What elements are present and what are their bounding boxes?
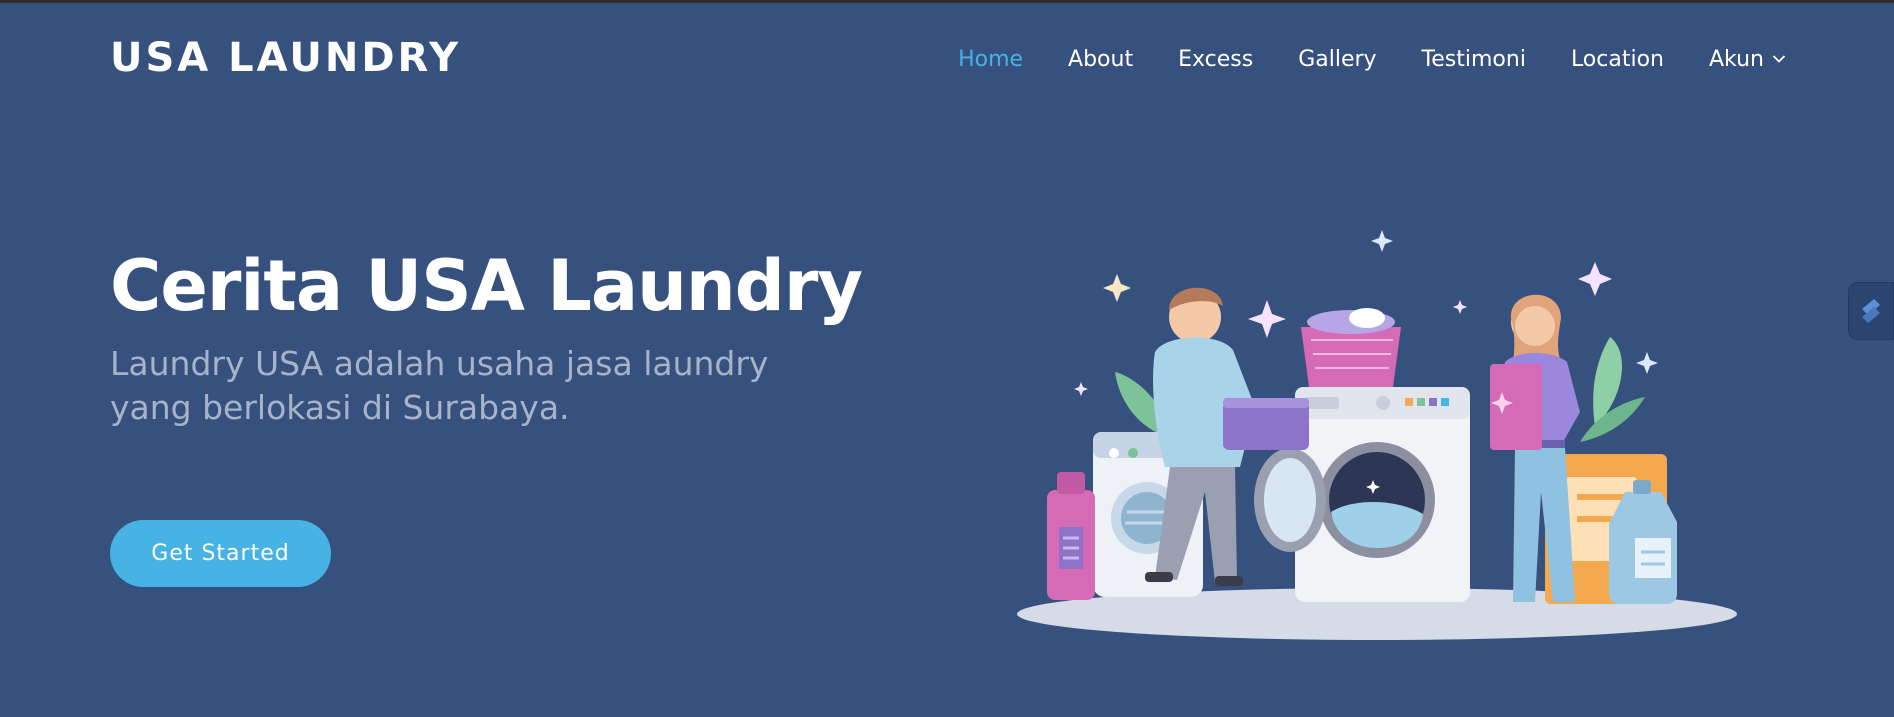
side-widget-tab[interactable] (1848, 282, 1894, 340)
hero-subtitle: Laundry USA adalah usaha jasa laundry ya… (110, 344, 769, 427)
nav-item-label: Gallery (1298, 46, 1377, 72)
nav-item-gallery[interactable]: Gallery (1298, 47, 1376, 72)
nav-item-label: Akun (1709, 46, 1764, 72)
woman-figure (1490, 294, 1580, 602)
nav-item-akun-dropdown[interactable]: Akun (1709, 47, 1786, 72)
nav-item-testimoni[interactable]: Testimoni (1422, 47, 1526, 72)
nav-item-home[interactable]: Home (958, 47, 1023, 72)
nav-item-label: Location (1570, 46, 1664, 72)
nav-item-label: About (1068, 46, 1134, 72)
laundry-illustration (1017, 230, 1737, 640)
window-top-border (0, 0, 1894, 3)
nav-item-location[interactable]: Location (1571, 47, 1664, 72)
hero-title: Cerita USA Laundry (110, 245, 863, 327)
get-started-button[interactable]: Get Started (110, 520, 331, 587)
nav-item-label: Excess (1178, 46, 1254, 72)
chevron-down-icon (1772, 55, 1786, 63)
laundry-basket-pink (1301, 327, 1401, 387)
nav-item-excess[interactable]: Excess (1178, 47, 1253, 72)
widget-icon (1862, 299, 1880, 323)
nav-item-label: Home (958, 46, 1024, 72)
main-nav: Home About Excess Gallery Testimoni Loca… (958, 44, 1786, 74)
nav-item-label: Testimoni (1421, 46, 1526, 72)
site-logo[interactable]: USA LAUNDRY (110, 34, 461, 82)
nav-item-about[interactable]: About (1068, 47, 1133, 72)
